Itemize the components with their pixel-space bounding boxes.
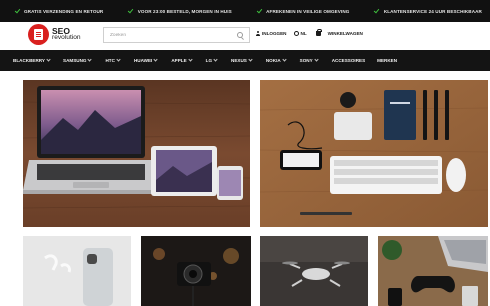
nav-item-merken[interactable]: MERKEN [377,58,397,63]
checkmark-icon [256,8,262,14]
site-header: SEO revolution INLOGGEN NL WINKELWAGEN [0,22,490,50]
cart-link[interactable]: WINKELWAGEN [315,29,363,36]
chevron-down-icon [314,57,319,62]
main-nav: BLACKBERRY SAMSUNG HTC HUAWEI APPLE LG N… [0,50,490,71]
search-input[interactable] [110,32,237,38]
chevron-down-icon [46,57,51,62]
nav-item-huawei[interactable]: HUAWEI [134,57,158,63]
user-icon [255,31,260,36]
nav-item-samsung[interactable]: SAMSUNG [63,57,93,63]
logo-phone-icon [28,24,49,45]
checkmark-icon [128,8,134,14]
search-bar [103,27,250,43]
usp-free-shipping: GRATIS VERZENDING EN RETOUR [14,8,103,14]
nav-item-nexus[interactable]: NEXUS [231,57,253,63]
nav-item-htc[interactable]: HTC [105,57,121,63]
header-links: INLOGGEN NL WINKELWAGEN [255,29,363,36]
chevron-down-icon [188,57,193,62]
usp-bar: GRATIS VERZENDING EN RETOUR VOOR 23:00 B… [0,0,490,22]
nav-item-lg[interactable]: LG [206,57,218,63]
nav-item-nokia[interactable]: NOKIA [266,57,287,63]
nav-item-sony[interactable]: SONY [300,57,319,63]
chevron-down-icon [213,57,218,62]
drone-image [260,236,368,306]
language-selector[interactable]: NL [293,31,307,36]
chevron-down-icon [282,57,287,62]
tile-desk-accessories[interactable] [260,80,488,227]
search-icon[interactable] [237,32,243,38]
site-logo[interactable]: SEO revolution [28,24,81,45]
tile-camera[interactable] [141,236,251,306]
camera-image [141,236,251,306]
usp-secure-checkout: AFREKENEN IN VEILIGE OMGEVING [256,8,349,14]
shopping-bag-icon [315,29,322,36]
chevron-down-icon [248,57,253,62]
logo-line2: revolution [52,34,81,42]
chevron-down-icon [116,57,121,62]
chevron-down-icon [87,57,93,62]
login-link[interactable]: INLOGGEN [255,31,287,36]
phone-earbuds-image [23,236,131,306]
usp-customer-service: KLANTENSERVICE 24 UUR BESCHIKBAAR [374,8,482,14]
chevron-down-icon [153,57,158,62]
laptop-tablet-phone-image [23,80,250,227]
usp-next-day: VOOR 23:00 BESTELD, MORGEN IN HUIS [128,8,232,14]
nav-item-blackberry[interactable]: BLACKBERRY [13,57,51,63]
tile-iphone-airpods[interactable] [23,236,131,306]
nav-item-accessoires[interactable]: ACCESSOIRES [332,58,365,63]
checkmark-icon [14,8,20,14]
tile-gaming[interactable] [378,236,488,306]
globe-icon [293,31,299,36]
checkmark-icon [374,8,380,14]
nav-item-apple[interactable]: APPLE [171,57,193,63]
tile-drone[interactable] [260,236,368,306]
laptop-controller-image [378,236,488,306]
tile-macbook-ipad-iphone[interactable] [23,80,250,227]
desk-accessories-image [260,80,488,227]
